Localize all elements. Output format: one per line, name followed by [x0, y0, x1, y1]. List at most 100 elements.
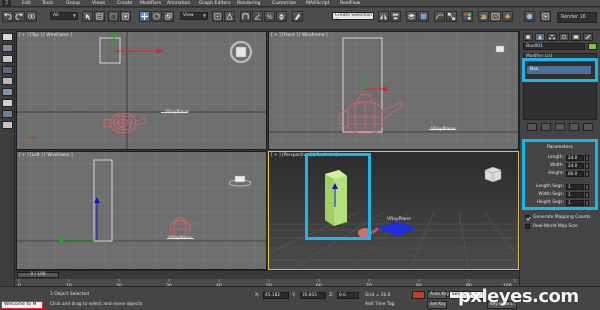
viewport-left[interactable]: VRayPlane [ + ] [Left ] [ Wireframe ]: [16, 151, 267, 270]
make-unique-icon[interactable]: [555, 123, 565, 131]
modify-tab-icon[interactable]: [535, 33, 545, 41]
rectangular-selection-icon[interactable]: [108, 11, 119, 22]
tool-icon[interactable]: [2, 44, 13, 52]
undo-icon[interactable]: [2, 11, 13, 22]
align-icon[interactable]: [390, 11, 401, 22]
motion-tab-icon[interactable]: [559, 33, 569, 41]
menu-edit[interactable]: Edit: [22, 0, 31, 7]
configure-sets-icon[interactable]: [583, 123, 593, 131]
utilities-tab-icon[interactable]: [583, 33, 593, 41]
menu-bar: 3 Edit Tools Group Views Create Modifier…: [0, 0, 600, 7]
spinner-snap-icon[interactable]: [276, 11, 287, 22]
select-and-move-icon[interactable]: [139, 11, 150, 22]
menu-tools[interactable]: Tools: [42, 0, 53, 7]
z-label: Z:: [329, 293, 334, 298]
menu-modifiers[interactable]: Modifiers: [140, 0, 161, 7]
tool-icon[interactable]: [2, 77, 13, 85]
world-axis-icon: [27, 130, 36, 139]
viewport-front[interactable]: VRayPlane [ + ] [Front ] [ Wireframe ]: [268, 31, 519, 150]
viewport-label-front[interactable]: [ + ] [Front ] [ Wireframe ]: [271, 33, 328, 38]
box-wireframe[interactable]: [342, 37, 383, 133]
maxscript-listener[interactable]: Welcome to M: [1, 301, 43, 309]
menu-customize[interactable]: Customize: [272, 0, 296, 7]
schematic-view-icon[interactable]: [446, 11, 457, 22]
menu-graph-editors[interactable]: Graph Editors: [199, 0, 231, 7]
viewcube-top-icon[interactable]: [229, 40, 253, 64]
menu-realflow[interactable]: RealFlow: [340, 0, 360, 7]
viewport-label-top[interactable]: [ + ] [Top ] [ Wireframe ]: [19, 33, 72, 38]
menu-create[interactable]: Create: [117, 0, 132, 7]
menu-group[interactable]: Group: [66, 0, 80, 7]
checkbox-unchecked[interactable]: [525, 224, 530, 229]
menu-views[interactable]: Views: [92, 0, 105, 7]
tool-icon[interactable]: [2, 110, 13, 118]
command-panel: Box001 Modifier List Box Parameters Leng…: [519, 31, 600, 286]
pivot-center-icon[interactable]: [212, 11, 223, 22]
ribbon-toggle-icon[interactable]: [2, 33, 13, 41]
app-menu-icon[interactable]: 3: [2, 0, 11, 7]
named-selection-input[interactable]: Create Selection Se: [332, 12, 374, 24]
edit-named-selection-icon[interactable]: [292, 11, 303, 22]
remove-modifier-icon[interactable]: [569, 123, 579, 131]
teapot-wireframe[interactable]: [169, 216, 197, 239]
x-coordinate-input[interactable]: 45.182: [263, 292, 289, 299]
angle-snap-icon[interactable]: [252, 11, 263, 22]
viewcube-left-icon[interactable]: [228, 175, 252, 187]
viewcube-front-icon[interactable]: [495, 45, 505, 53]
y-coordinate-input[interactable]: 35.815: [300, 292, 326, 299]
select-object-icon[interactable]: [82, 11, 93, 22]
material-editor-icon[interactable]: [462, 11, 473, 22]
show-end-result-icon[interactable]: [541, 123, 551, 131]
viewport-label-left[interactable]: [ + ] [Left ] [ Wireframe ]: [19, 153, 73, 158]
create-tab-icon[interactable]: [523, 33, 533, 41]
link-icon[interactable]: [26, 11, 37, 22]
auto-key-icon[interactable]: [412, 291, 425, 299]
render-production-icon[interactable]: [502, 11, 513, 22]
rendered-frame-window-icon[interactable]: [490, 11, 501, 22]
select-by-name-icon[interactable]: [94, 11, 105, 22]
tool-icon[interactable]: [2, 88, 13, 96]
render-setup-icon[interactable]: [478, 11, 489, 22]
selection-filter-dropdown[interactable]: All ▼: [50, 12, 78, 20]
render-iterative-icon[interactable]: [540, 11, 551, 22]
add-time-tag-button[interactable]: Add Time Tag: [365, 302, 394, 307]
checkbox-checked[interactable]: [525, 215, 530, 220]
viewcube-perspective-icon[interactable]: [484, 166, 502, 183]
real-world-map-size-checkbox[interactable]: Real-World Map Size: [525, 223, 599, 230]
object-name-field[interactable]: Box001: [523, 43, 585, 50]
render-label: Render 16: [557, 12, 597, 23]
teapot-wireframe[interactable]: [338, 93, 403, 134]
tool-icon[interactable]: [2, 55, 13, 63]
curve-editor-icon[interactable]: [434, 11, 445, 22]
viewport-top[interactable]: VRayPlane [ + ] [Top ] [ Wireframe ]: [16, 31, 267, 150]
window-crossing-icon[interactable]: [120, 11, 131, 22]
manipulate-icon[interactable]: [224, 11, 235, 22]
snaps-toggle-icon[interactable]: [240, 11, 251, 22]
menu-animation[interactable]: Animation: [167, 0, 190, 7]
tool-icon[interactable]: [2, 121, 13, 129]
time-slider[interactable]: 0 / 100: [17, 272, 59, 278]
auto-key-button[interactable]: Auto Key: [427, 291, 449, 299]
menu-rendering[interactable]: Rendering: [237, 0, 260, 7]
graphite-ribbon-icon[interactable]: [418, 11, 429, 22]
set-key-button[interactable]: Set Key: [427, 301, 447, 309]
redo-icon[interactable]: [14, 11, 25, 22]
vray-plane-label: VRayPlane: [387, 216, 411, 222]
active-shade-icon[interactable]: [524, 11, 535, 22]
tool-icon[interactable]: [2, 66, 13, 74]
object-color-swatch[interactable]: [588, 43, 597, 50]
reference-coordinate-dropdown[interactable]: View ▼: [180, 12, 208, 20]
mirror-icon[interactable]: [378, 11, 389, 22]
top-viewport-canvas: VRayPlane: [17, 32, 266, 149]
percent-snap-icon[interactable]: %: [264, 11, 275, 22]
tool-icon[interactable]: [2, 99, 13, 107]
hierarchy-tab-icon[interactable]: [547, 33, 557, 41]
z-coordinate-input[interactable]: 0.0: [337, 292, 359, 299]
layer-manager-icon[interactable]: [406, 11, 417, 22]
select-and-scale-icon[interactable]: [163, 11, 174, 22]
pin-stack-icon[interactable]: [527, 123, 537, 131]
generate-mapping-checkbox[interactable]: Generate Mapping Coords.: [525, 214, 599, 221]
menu-maxscript[interactable]: MAXScript: [306, 0, 330, 7]
display-tab-icon[interactable]: [571, 33, 581, 41]
select-and-rotate-icon[interactable]: [151, 11, 162, 22]
